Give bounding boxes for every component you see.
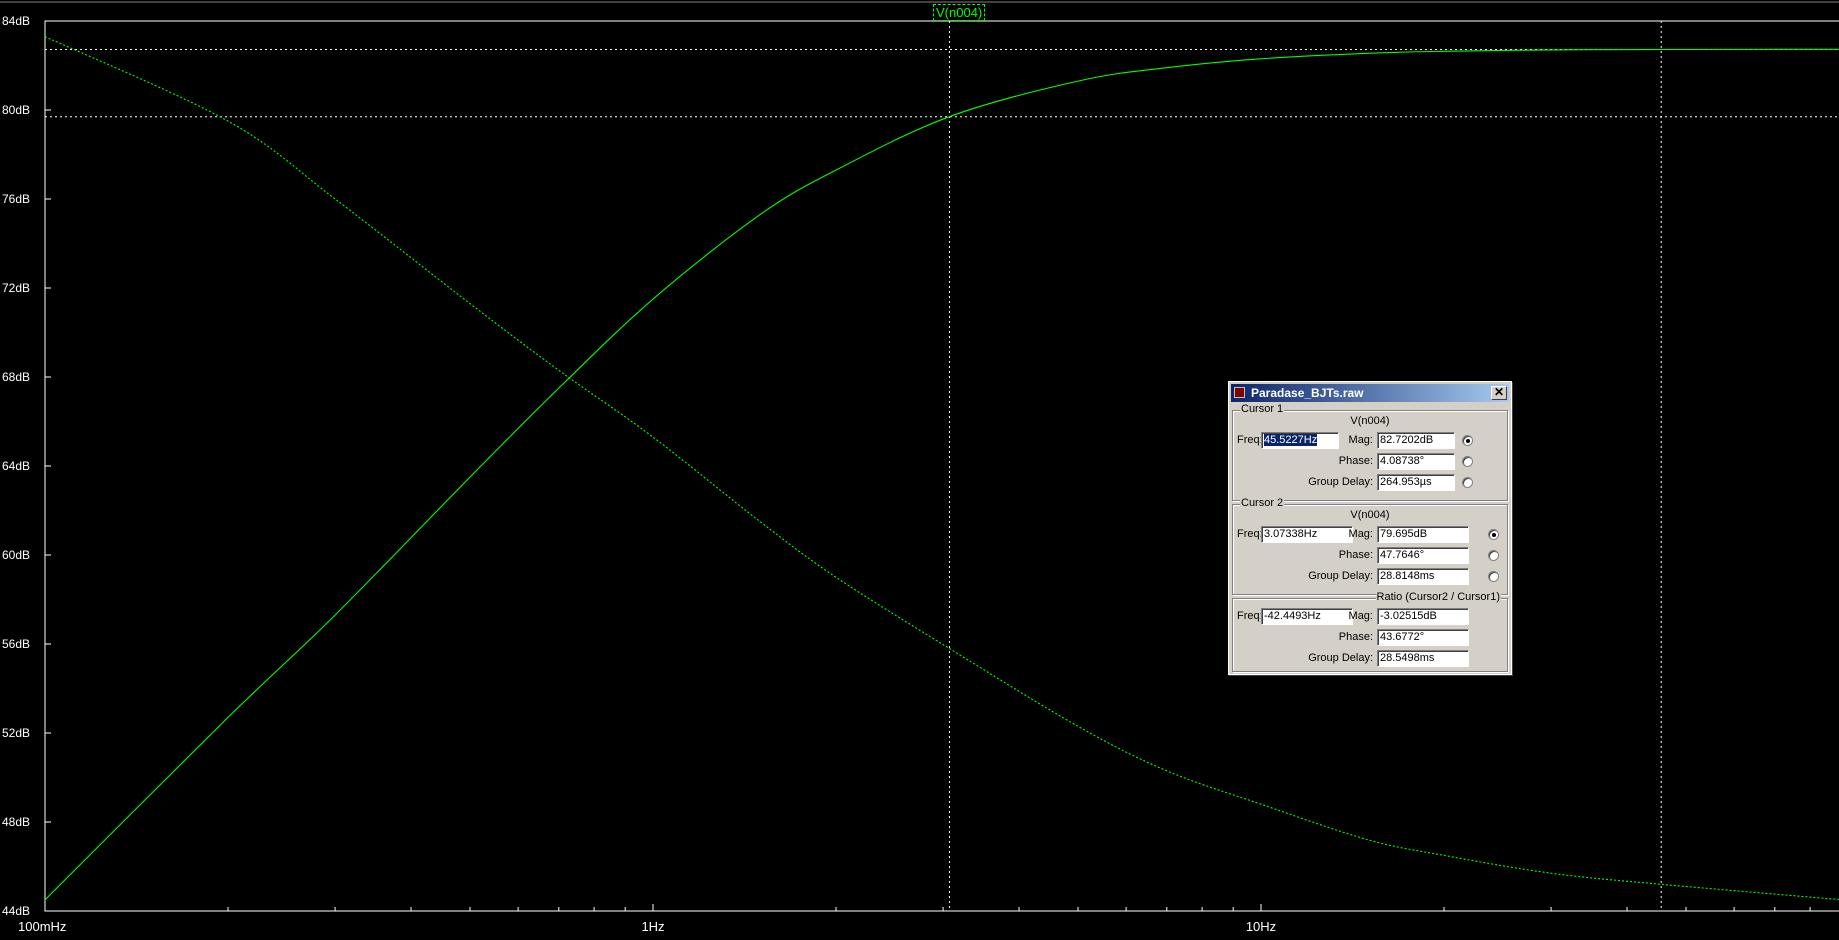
cursor2-freq-label: Freq: (1237, 528, 1263, 540)
cursor2-gd-radio[interactable] (1488, 571, 1499, 582)
phase-trace (45, 36, 1839, 901)
plot-canvas[interactable] (0, 0, 1839, 940)
y-tick-label: 60dB (2, 548, 31, 562)
ratio-freq-label: Freq: (1237, 610, 1263, 622)
cursor-readout-dialog[interactable]: Paradase_BJTs.raw ✕ Cursor 1 V(n004) Fre… (1228, 381, 1512, 675)
cursor2-phase-label: Phase: (1338, 549, 1373, 561)
trace-label-v-n004[interactable]: V(n004) (933, 4, 986, 21)
ratio-gd-field[interactable]: 28.5498ms (1377, 650, 1469, 667)
ratio-phase-field[interactable]: 43.6772° (1377, 629, 1469, 646)
cursor2-mag-radio[interactable] (1488, 529, 1499, 540)
cursor2-mag-field[interactable]: 79.695dB (1377, 526, 1469, 543)
cursor1-phase-field[interactable]: 4.08738° (1377, 453, 1455, 470)
y-tick-label: 80dB (2, 103, 31, 117)
dialog-titlebar[interactable]: Paradase_BJTs.raw ✕ (1231, 384, 1509, 402)
dialog-title: Paradase_BJTs.raw (1251, 386, 1364, 400)
ratio-mag-field[interactable]: -3.02515dB (1377, 608, 1469, 625)
cursor1-gd-radio[interactable] (1462, 477, 1473, 488)
y-tick-label: 52dB (2, 726, 31, 740)
ratio-group: Ratio (Cursor2 / Cursor1) Freq: -42.4493… (1232, 591, 1508, 672)
cursor2-group: Cursor 2 V(n004) Freq: 3.07338Hz Mag: 79… (1232, 497, 1508, 595)
x-tick-label: 1Hz (641, 919, 665, 934)
y-tick-label: 44dB (2, 904, 31, 918)
y-tick-label: 72dB (2, 281, 31, 295)
x-tick-label: 100mHz (18, 919, 67, 934)
cursor2-phase-field[interactable]: 47.7646° (1377, 547, 1469, 564)
y-tick-label: 56dB (2, 637, 31, 651)
waveform-plot[interactable]: V(n004) 84dB 80dB 76dB 72dB 68dB 64dB 60dB 56dB… (0, 0, 1839, 940)
cursor1-mag-field[interactable]: 82.7202dB (1377, 432, 1455, 449)
cursor2-phase-radio[interactable] (1488, 550, 1499, 561)
y-tick-label: 68dB (2, 370, 31, 384)
cursor1-phase-label: Phase: (1338, 455, 1373, 467)
cursor2-node: V(n004) (1350, 509, 1390, 521)
cursor1-node: V(n004) (1350, 415, 1390, 427)
app-icon (1234, 387, 1245, 398)
ratio-gd-label: Group Delay: (1308, 652, 1373, 664)
ratio-mag-label: Mag: (1348, 610, 1373, 622)
cursor1-freq-label: Freq: (1237, 434, 1263, 446)
close-button[interactable]: ✕ (1491, 386, 1507, 400)
cursor1-gd-label: Group Delay: (1308, 476, 1373, 488)
cursor1-mag-radio[interactable] (1462, 435, 1473, 446)
cursor1-group: Cursor 1 V(n004) Freq: 45.5227Hz Mag: 82… (1232, 403, 1508, 501)
cursor2-gd-label: Group Delay: (1308, 570, 1373, 582)
y-tick-label: 48dB (2, 815, 31, 829)
ratio-phase-label: Phase: (1338, 631, 1373, 643)
cursor1-phase-radio[interactable] (1462, 456, 1473, 467)
x-tick-label: 10Hz (1245, 919, 1277, 934)
plot-frame (44, 20, 1839, 912)
y-tick-label: 76dB (2, 192, 31, 206)
magnitude-trace (45, 48, 1839, 901)
ratio-title: Ratio (Cursor2 / Cursor1) (1375, 591, 1501, 604)
y-tick-label: 84dB (2, 14, 31, 28)
cursor1-mag-label: Mag: (1348, 434, 1373, 446)
cursor2-gd-field[interactable]: 28.8148ms (1377, 568, 1469, 585)
y-tick-label: 64dB (2, 459, 31, 473)
cursor1-gd-field[interactable]: 264.953µs (1377, 474, 1455, 491)
cursor2-mag-label: Mag: (1348, 528, 1373, 540)
